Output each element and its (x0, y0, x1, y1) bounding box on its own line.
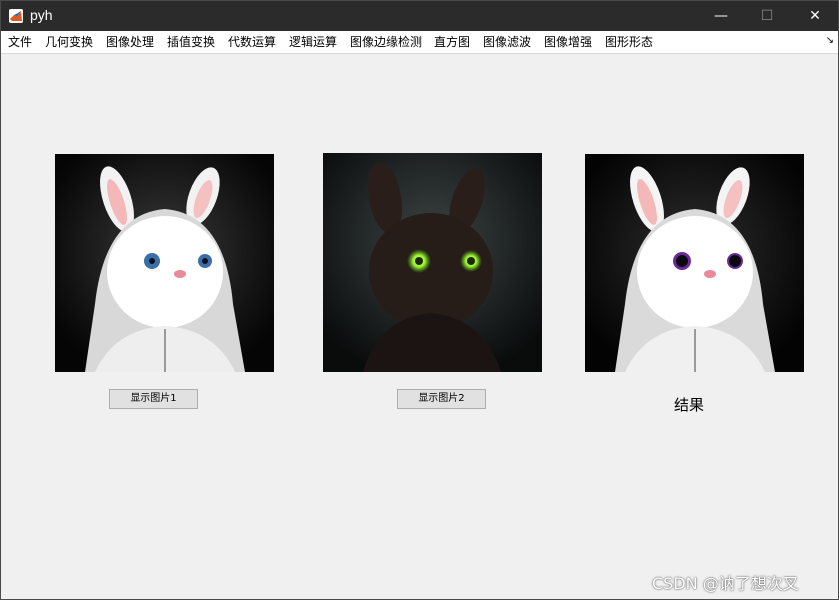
window-title: pyh (30, 7, 53, 23)
menu-logic[interactable]: 逻辑运算 (289, 34, 337, 50)
menu-edge-detection[interactable]: 图像边缘检测 (350, 34, 422, 50)
menu-enhance[interactable]: 图像增强 (544, 34, 592, 50)
white-rabbit-image (55, 154, 274, 372)
menu-algebra[interactable]: 代数运算 (228, 34, 276, 50)
menu-file[interactable]: 文件 (8, 34, 32, 50)
menu-filter[interactable]: 图像滤波 (483, 34, 531, 50)
menu-bar: 文件 几何变换 图像处理 插值变换 代数运算 逻辑运算 图像边缘检测 直方图 图… (1, 31, 838, 54)
close-button[interactable]: ✕ (792, 1, 838, 31)
menu-geometry[interactable]: 几何变换 (45, 34, 93, 50)
menu-morphology[interactable]: 图形形态 (605, 34, 653, 50)
dark-rabbit-image (323, 153, 542, 372)
csdn-watermark: CSDN @讷了想次叉 (652, 574, 799, 593)
matlab-icon (9, 9, 23, 23)
result-rabbit-image (585, 154, 804, 372)
result-label: 结果 (673, 396, 704, 414)
title-bar[interactable]: pyh — ☐ ✕ (1, 1, 838, 31)
toolbar-arrow-icon[interactable]: ↘ (826, 35, 834, 46)
show-image2-button[interactable]: 显示图片2 (397, 389, 486, 409)
menu-image-process[interactable]: 图像处理 (106, 34, 154, 50)
menu-histogram[interactable]: 直方图 (434, 34, 470, 50)
maximize-button[interactable]: ☐ (744, 1, 790, 31)
minimize-button[interactable]: — (698, 1, 744, 31)
menu-interpolation[interactable]: 插值变换 (167, 34, 215, 50)
app-window: pyh — ☐ ✕ 文件 几何变换 图像处理 插值变换 代数运算 逻辑运算 图像… (0, 0, 839, 600)
show-image1-button[interactable]: 显示图片1 (109, 389, 198, 409)
